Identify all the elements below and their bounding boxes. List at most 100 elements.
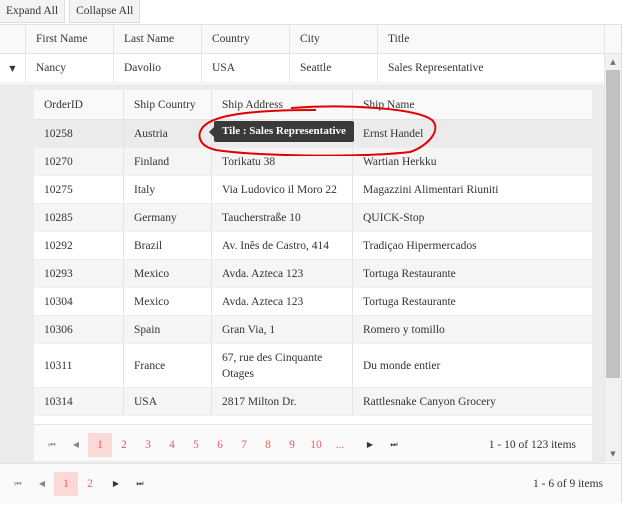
master-pager-info: 1 - 6 of 9 items — [533, 477, 603, 490]
cell-order-id: 10270 — [44, 155, 73, 168]
last-page-icon[interactable]: ⏭ — [128, 472, 152, 496]
cell-ship-name: Magazzini Alimentari Riuniti — [352, 176, 592, 203]
cell-ship-name: Ernst Handel — [352, 120, 592, 147]
collapse-all-button[interactable]: Collapse All — [69, 0, 141, 23]
master-page-numbers: 12 — [54, 471, 102, 496]
cell-ship-address: Taucherstraße 10 — [211, 204, 352, 231]
cell-ship-address: Avda. Azteca 123 — [211, 288, 352, 315]
detail-page-more[interactable]: ... — [328, 433, 352, 457]
expand-toggle[interactable]: ▼ — [0, 54, 25, 83]
prev-page-icon[interactable]: ◀ — [30, 472, 54, 496]
master-row[interactable]: ▼ Nancy Davolio USA Seattle Sales Repres… — [0, 54, 604, 83]
cell-order-id: 10258 — [44, 127, 73, 140]
cell-ship-country: Austria — [123, 120, 211, 147]
first-page-icon[interactable]: ⏮ — [6, 472, 30, 496]
expander-header — [0, 25, 25, 54]
detail-page-7[interactable]: 7 — [232, 433, 256, 457]
prev-page-icon[interactable]: ◀ — [64, 433, 88, 457]
master-pager: ⏮ ◀ 12 ▶ ⏭ 1 - 6 of 9 items — [0, 463, 621, 503]
column-header-order-id[interactable]: OrderID — [34, 90, 123, 120]
detail-table-row[interactable]: 10292 Brazil Av. Inês de Castro, 414 Tradiç… — [34, 232, 592, 260]
header-scroll-spacer — [604, 25, 621, 54]
cell-order-id: 10304 — [44, 295, 73, 308]
column-header-title[interactable]: Title — [377, 25, 604, 54]
detail-table-row[interactable]: 10304 Mexico Avda. Azteca 123 Tortuga Resta… — [34, 288, 592, 316]
next-page-icon[interactable]: ▶ — [104, 472, 128, 496]
scroll-up-icon[interactable]: ▲ — [605, 54, 621, 70]
cell-title: Sales Representative — [377, 54, 604, 83]
detail-page-6[interactable]: 6 — [208, 433, 232, 457]
cell-order-id: 10293 — [44, 267, 73, 280]
cell-order-id: 10292 — [44, 239, 73, 252]
detail-page-3[interactable]: 3 — [136, 433, 160, 457]
toolbar: Expand All Collapse All — [0, 0, 144, 24]
first-page-icon[interactable]: ⏮ — [40, 433, 64, 457]
cell-ship-name: Wartian Herkku — [352, 148, 592, 175]
cell-ship-country: France — [123, 344, 211, 387]
cell-ship-name: Tortuga Restaurante — [352, 260, 592, 287]
expand-all-button[interactable]: Expand All — [0, 0, 66, 23]
detail-table-row[interactable]: 10311 France 67, rue des Cinquante Otages D… — [34, 344, 592, 388]
master-page-1[interactable]: 1 — [54, 471, 78, 496]
cell-ship-address: Gran Via, 1 — [211, 316, 352, 343]
column-header-first-name[interactable]: First Name — [25, 25, 113, 54]
column-header-ship-name[interactable]: Ship Name — [352, 90, 592, 120]
detail-table-row[interactable]: 10275 Italy Via Ludovico il Moro 22 Magazzi… — [34, 176, 592, 204]
cell-order-id: 10275 — [44, 183, 73, 196]
detail-page-1[interactable]: 1 — [88, 432, 112, 457]
detail-page-9[interactable]: 9 — [280, 433, 304, 457]
master-grid: First Name Last Name Country City Title … — [0, 24, 622, 503]
cell-country: USA — [201, 54, 289, 83]
detail-page-8[interactable]: 8 — [256, 433, 280, 457]
cell-order-id: 10306 — [44, 323, 73, 336]
detail-table-row[interactable]: 10270 Finland Torikatu 38 Wartian Herkku — [34, 148, 592, 176]
cell-ship-address: Via Ludovico il Moro 22 — [211, 176, 352, 203]
column-header-ship-country[interactable]: Ship Country — [123, 90, 211, 120]
cell-ship-name: Du monde entier — [352, 344, 592, 387]
detail-table-row[interactable]: 10314 USA 2817 Milton Dr. Rattlesnake Canyo… — [34, 388, 592, 416]
cell-ship-country: Brazil — [123, 232, 211, 259]
next-page-icon[interactable]: ▶ — [358, 433, 382, 457]
detail-page-numbers: 1 2 3 4 5 6 7 8 9 10... — [88, 432, 352, 457]
detail-pager: ⏮ ◀ 1 2 3 4 5 6 7 8 9 10... ▶ ⏭ 1 - 10 of 123 ite… — [34, 424, 592, 461]
scrollbar-thumb[interactable] — [606, 70, 620, 378]
cell-ship-address: Av. Inês de Castro, 414 — [211, 232, 352, 259]
detail-page-4[interactable]: 4 — [160, 433, 184, 457]
column-header-city[interactable]: City — [289, 25, 377, 54]
cell-ship-country: Germany — [123, 204, 211, 231]
cell-order-id: 10311 — [44, 359, 73, 372]
cell-ship-name: Tortuga Restaurante — [352, 288, 592, 315]
scroll-down-icon[interactable]: ▼ — [605, 446, 621, 462]
column-header-last-name[interactable]: Last Name — [113, 25, 201, 54]
cell-ship-address: Avda. Azteca 123 — [211, 260, 352, 287]
column-header-ship-address[interactable]: Ship Address — [211, 90, 352, 120]
cell-ship-address: 67, rue des Cinquante Otages — [211, 344, 352, 387]
master-body: ▼ Nancy Davolio USA Seattle Sales Repres… — [0, 54, 604, 461]
cell-ship-name: Rattlesnake Canyon Grocery — [352, 388, 592, 415]
detail-page-2[interactable]: 2 — [112, 433, 136, 457]
vertical-scrollbar[interactable]: ▲ ▼ — [604, 54, 621, 462]
detail-table-row[interactable]: 10306 Spain Gran Via, 1 Romero y tomillo — [34, 316, 592, 344]
detail-table-row[interactable]: 10293 Mexico Avda. Azteca 123 Tortuga Resta… — [34, 260, 592, 288]
last-page-icon[interactable]: ⏭ — [382, 433, 406, 457]
detail-rows: 10258AustriaKirchgasse 6Ernst Handel1027… — [34, 120, 592, 416]
cell-first-name: Nancy — [25, 54, 113, 83]
detail-table-row[interactable]: 10285 Germany Taucherstraße 10 QUICK-Stop — [34, 204, 592, 232]
master-header: First Name Last Name Country City Title — [0, 25, 621, 54]
cell-ship-name: Tradiçao Hipermercados — [352, 232, 592, 259]
cell-order-id: 10314 — [44, 395, 73, 408]
detail-page-10[interactable]: 10 — [304, 433, 328, 457]
cell-ship-country: Mexico — [123, 260, 211, 287]
detail-page-5[interactable]: 5 — [184, 433, 208, 457]
detail-pager-info: 1 - 10 of 123 items — [488, 438, 576, 451]
column-header-country[interactable]: Country — [201, 25, 289, 54]
cell-city: Seattle — [289, 54, 377, 83]
cell-last-name: Davolio — [113, 54, 201, 83]
cell-ship-address: 2817 Milton Dr. — [211, 388, 352, 415]
cell-ship-country: USA — [123, 388, 211, 415]
cell-ship-country: Spain — [123, 316, 211, 343]
title-tooltip: Tile : Sales Representative — [209, 121, 354, 142]
detail-header: OrderID Ship Country Ship Address Ship N… — [34, 90, 592, 120]
master-page-2[interactable]: 2 — [78, 472, 102, 496]
cell-ship-address: Torikatu 38 — [211, 148, 352, 175]
